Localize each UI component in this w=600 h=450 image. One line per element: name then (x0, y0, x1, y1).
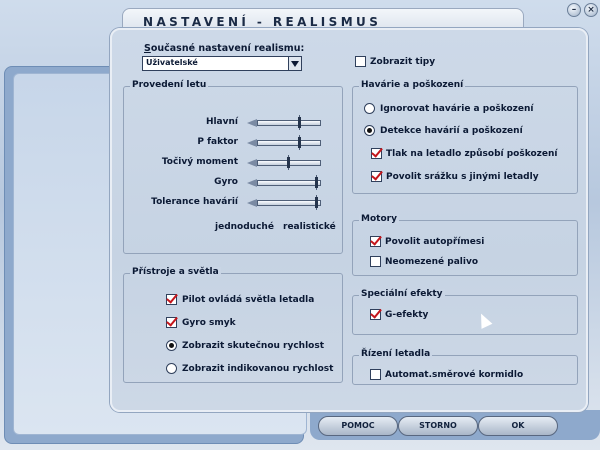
slider-thumb[interactable] (298, 117, 301, 128)
realism-selected: Uživatelské (146, 58, 198, 67)
crash-panel-title: Havárie a poškození (359, 80, 466, 90)
engines-panel-title: Motory (359, 214, 399, 224)
close-button[interactable]: × (584, 3, 598, 17)
flight-slider-label: Hlavní (205, 117, 238, 127)
unlimited-fuel-checkbox[interactable] (370, 256, 381, 267)
scale-min-label: jednoduché (215, 222, 274, 232)
realism-dropdown[interactable]: Uživatelské (142, 56, 302, 71)
g-effects-checkbox[interactable] (370, 309, 381, 320)
minimize-button[interactable]: – (567, 3, 581, 17)
ignore-crash-label: Ignorovat havárie a poškození (380, 104, 534, 114)
scale-max-label: realistické (283, 222, 336, 232)
detect-crash-label: Detekce havárií a poškození (380, 126, 523, 136)
slider-thumb[interactable] (315, 197, 318, 208)
slider-thumb[interactable] (287, 157, 290, 168)
gyro-drift-label: Gyro smyk (182, 318, 236, 328)
g-effects-label: G-efekty (385, 310, 429, 320)
cancel-button[interactable]: STORNO (398, 416, 478, 436)
flight-slider-label: Tolerance havárií (151, 197, 238, 207)
show-tips-label: Zobrazit tipy (370, 57, 436, 67)
help-button[interactable]: POMOC (318, 416, 398, 436)
flight-slider[interactable] (247, 195, 321, 210)
show-tips-checkbox[interactable] (355, 56, 366, 67)
engines-panel: Motory (352, 214, 578, 276)
slider-ramp (247, 139, 257, 147)
true-airspeed-label: Zobrazit skutečnou rychlost (182, 341, 325, 351)
flight-slider[interactable] (247, 175, 321, 190)
slider-ramp (247, 199, 257, 207)
flight-slider-label: Gyro (214, 177, 238, 187)
slider-track (257, 120, 321, 126)
auto-mixture-checkbox[interactable] (370, 236, 381, 247)
detect-crash-radio[interactable] (364, 125, 375, 136)
flight-slider-label: Točivý moment (161, 157, 238, 167)
ignore-crash-radio[interactable] (364, 103, 375, 114)
true-airspeed-radio[interactable] (166, 340, 177, 351)
realism-label: Současné nastavení realismu: (144, 43, 305, 54)
slider-thumb[interactable] (298, 137, 301, 148)
flight-panel-title: Provedení letu (130, 80, 209, 90)
stress-damage-checkbox[interactable] (371, 148, 382, 159)
slider-ramp (247, 159, 257, 167)
instruments-panel-title: Přístroje a světla (130, 267, 221, 277)
auto-rudder-label: Automat.směrové kormidlo (385, 370, 524, 380)
flight-slider-label: P faktor (197, 137, 238, 147)
pilot-lights-checkbox[interactable] (166, 294, 177, 305)
midair-collision-label: Povolit srážku s jinými letadly (386, 172, 539, 182)
indicated-airspeed-radio[interactable] (166, 363, 177, 374)
ok-button[interactable]: OK (478, 416, 558, 436)
auto-mixture-label: Povolit autopřímesi (385, 237, 485, 247)
slider-ramp (247, 179, 257, 187)
gyro-drift-checkbox[interactable] (166, 317, 177, 328)
slider-track (257, 200, 321, 206)
midair-collision-checkbox[interactable] (371, 171, 382, 182)
flight-slider[interactable] (247, 115, 321, 130)
slider-track (257, 180, 321, 186)
stress-damage-label: Tlak na letadlo způsobí poškození (386, 149, 558, 159)
flight-slider[interactable] (247, 135, 321, 150)
pilot-lights-label: Pilot ovládá světla letadla (182, 295, 315, 305)
slider-thumb[interactable] (315, 177, 318, 188)
indicated-airspeed-label: Zobrazit indikovanou rychlost (182, 364, 334, 374)
control-panel-title: Řízení letadla (359, 349, 433, 359)
auto-rudder-checkbox[interactable] (370, 369, 381, 380)
slider-track (257, 140, 321, 146)
chevron-down-icon[interactable] (288, 56, 302, 71)
unlimited-fuel-label: Neomezené palivo (385, 257, 479, 267)
flight-slider[interactable] (247, 155, 321, 170)
slider-ramp (247, 119, 257, 127)
effects-panel-title: Speciální efekty (359, 289, 445, 299)
dialog-title: NASTAVENÍ - REALISMUS (143, 15, 382, 29)
